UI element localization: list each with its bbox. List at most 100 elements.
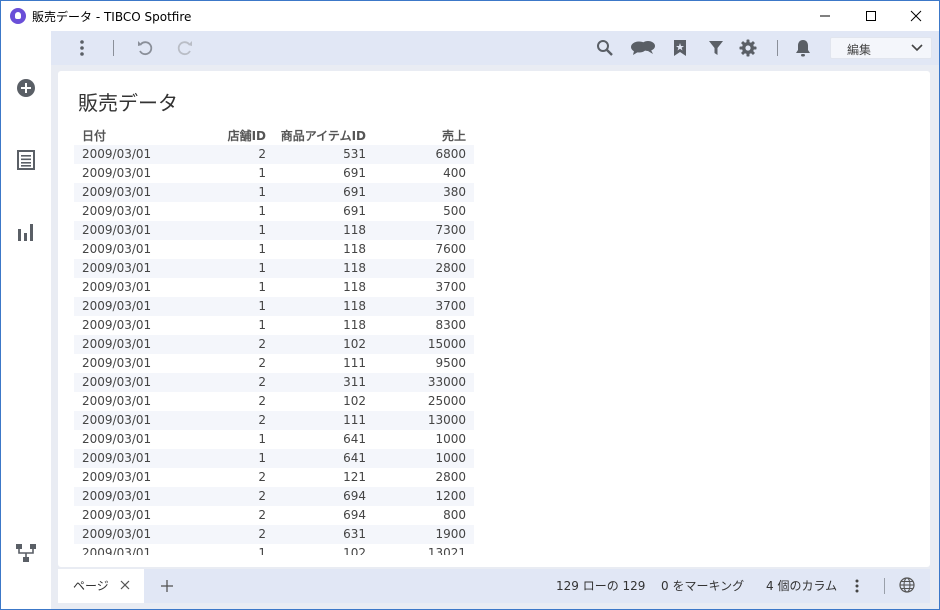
table-row[interactable]: 2009/03/01 1 691 500 — [74, 202, 474, 221]
cell-store-id: 2 — [258, 470, 266, 484]
notifications-button[interactable] — [792, 37, 814, 59]
mode-select[interactable]: 編集 — [830, 37, 932, 59]
close-icon[interactable] — [120, 580, 130, 590]
table-row[interactable]: 2009/03/01 2 111 13000 — [74, 411, 474, 430]
cell-item-id: 118 — [343, 299, 366, 313]
table-row[interactable]: 2009/03/01 1 641 1000 — [74, 449, 474, 468]
cell-store-id: 2 — [258, 508, 266, 522]
table-row[interactable]: 2009/03/01 2 694 1200 — [74, 487, 474, 506]
cell-sales: 3700 — [435, 299, 466, 313]
column-header-item-id[interactable]: 商品アイテムID — [281, 127, 366, 144]
visualization-button[interactable] — [14, 220, 38, 244]
marked-rows-status: 0 をマーキング — [661, 579, 745, 593]
cell-item-id: 118 — [343, 242, 366, 256]
cell-store-id: 1 — [258, 261, 266, 275]
toolbar-divider — [777, 40, 778, 56]
settings-icon — [739, 39, 757, 57]
cell-sales: 1200 — [435, 489, 466, 503]
more-menu-button[interactable] — [71, 37, 93, 59]
table-row[interactable]: 2009/03/01 1 691 400 — [74, 164, 474, 183]
minimize-icon — [820, 15, 830, 17]
undo-button[interactable] — [134, 37, 156, 59]
table-row[interactable]: 2009/03/01 2 102 25000 — [74, 392, 474, 411]
bookmark-icon — [674, 40, 686, 56]
filter-icon — [709, 41, 723, 55]
table-row[interactable]: 2009/03/01 1 102 13021 — [74, 544, 474, 555]
cell-store-id: 2 — [258, 147, 266, 161]
cell-sales: 2800 — [435, 261, 466, 275]
page-tab[interactable]: ページ — [58, 569, 144, 603]
table-row[interactable]: 2009/03/01 2 531 6800 — [74, 145, 474, 164]
mode-select-label: 編集 — [847, 43, 872, 57]
column-header-store-id[interactable]: 店舗ID — [228, 127, 266, 144]
cell-sales: 2800 — [435, 470, 466, 484]
chevron-down-icon — [911, 44, 923, 52]
cell-item-id: 118 — [343, 223, 366, 237]
toolbar-divider — [113, 40, 114, 56]
maximize-button[interactable] — [848, 1, 894, 31]
settings-button[interactable] — [737, 37, 759, 59]
data-table-visualization[interactable]: 日付 店舗ID 商品アイテムID 売上 2009/03/01 2 531 6800 20… — [74, 123, 474, 555]
cell-item-id: 118 — [343, 261, 366, 275]
status-more-button[interactable] — [854, 578, 864, 594]
cell-store-id: 1 — [258, 223, 266, 237]
table-row[interactable]: 2009/03/01 1 118 8300 — [74, 316, 474, 335]
redo-button[interactable] — [174, 37, 196, 59]
close-button[interactable] — [893, 1, 939, 31]
cell-store-id: 1 — [258, 280, 266, 294]
collaboration-button[interactable] — [629, 37, 657, 59]
status-divider — [884, 578, 885, 594]
minimize-button[interactable] — [802, 1, 848, 31]
table-row[interactable]: 2009/03/01 2 102 15000 — [74, 335, 474, 354]
table-row[interactable]: 2009/03/01 2 121 2800 — [74, 468, 474, 487]
table-row[interactable]: 2009/03/01 1 641 1000 — [74, 430, 474, 449]
cell-date: 2009/03/01 — [82, 546, 152, 555]
cell-item-id: 102 — [343, 546, 366, 555]
cell-date: 2009/03/01 — [82, 185, 152, 199]
cell-store-id: 2 — [258, 394, 266, 408]
cell-date: 2009/03/01 — [82, 242, 152, 256]
cell-item-id: 311 — [343, 375, 366, 389]
cell-date: 2009/03/01 — [82, 451, 152, 465]
cell-date: 2009/03/01 — [82, 432, 152, 446]
cell-store-id: 2 — [258, 527, 266, 541]
cell-store-id: 1 — [258, 185, 266, 199]
cell-item-id: 102 — [343, 394, 366, 408]
table-row[interactable]: 2009/03/01 2 631 1900 — [74, 525, 474, 544]
add-icon — [17, 79, 35, 97]
cell-sales: 7600 — [435, 242, 466, 256]
data-canvas-button[interactable] — [14, 541, 38, 565]
add-page-icon[interactable] — [158, 577, 176, 595]
table-row[interactable]: 2009/03/01 2 311 33000 — [74, 373, 474, 392]
table-row[interactable]: 2009/03/01 1 118 7600 — [74, 240, 474, 259]
column-header-sales[interactable]: 売上 — [442, 127, 466, 144]
cell-sales: 7300 — [435, 223, 466, 237]
window-title: 販売データ - TIBCO Spotfire — [32, 10, 192, 24]
cell-item-id: 641 — [343, 451, 366, 465]
bookmarks-button[interactable] — [669, 37, 691, 59]
search-button[interactable] — [594, 37, 616, 59]
filter-button[interactable] — [705, 37, 727, 59]
table-row[interactable]: 2009/03/01 1 118 2800 — [74, 259, 474, 278]
add-data-button[interactable] — [14, 76, 38, 100]
cell-sales: 25000 — [427, 394, 466, 408]
data-canvas-icon — [16, 544, 36, 562]
column-header-date[interactable]: 日付 — [82, 127, 106, 144]
table-row[interactable]: 2009/03/01 1 118 3700 — [74, 297, 474, 316]
cell-sales: 380 — [443, 185, 466, 199]
cell-item-id: 691 — [343, 185, 366, 199]
table-body: 2009/03/01 2 531 6800 2009/03/01 1 691 400 2009/… — [74, 145, 474, 555]
language-button[interactable] — [899, 577, 917, 595]
more-vertical-icon — [855, 579, 859, 593]
cell-sales: 800 — [443, 508, 466, 522]
cell-sales: 500 — [443, 204, 466, 218]
table-header: 日付 店舗ID 商品アイテムID 売上 — [74, 123, 474, 145]
data-table-icon — [17, 150, 35, 170]
table-row[interactable]: 2009/03/01 1 118 7300 — [74, 221, 474, 240]
globe-icon — [899, 577, 915, 593]
table-row[interactable]: 2009/03/01 2 694 800 — [74, 506, 474, 525]
table-row[interactable]: 2009/03/01 1 118 3700 — [74, 278, 474, 297]
table-row[interactable]: 2009/03/01 1 691 380 — [74, 183, 474, 202]
data-panel-button[interactable] — [14, 148, 38, 172]
table-row[interactable]: 2009/03/01 2 111 9500 — [74, 354, 474, 373]
